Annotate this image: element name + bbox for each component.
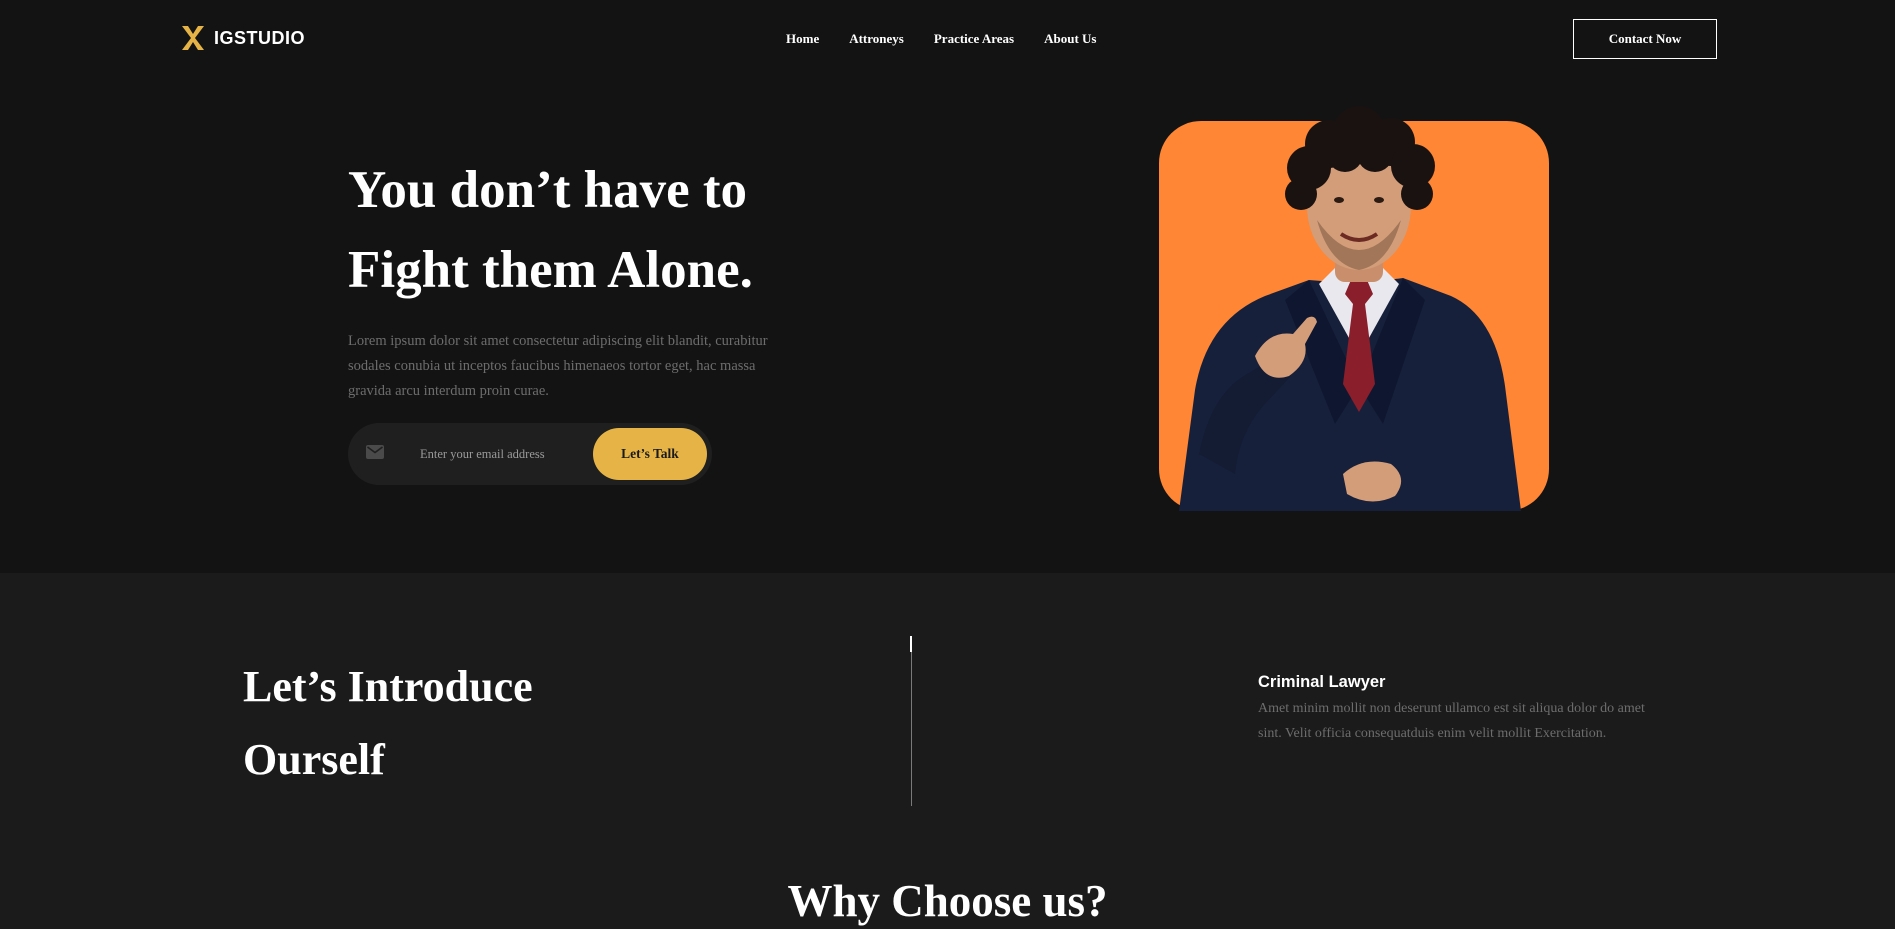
email-signup-form: Let’s Talk: [348, 423, 712, 485]
service-title: Criminal Lawyer: [1258, 673, 1386, 691]
hero-title: You don’t have to Fight them Alone.: [348, 150, 753, 310]
main-nav: Home Attroneys Practice Areas About Us: [786, 30, 1096, 47]
intro-title-line-2: Ourself: [243, 735, 385, 784]
lawyer-photo: [1179, 106, 1521, 511]
intro-title: Let’s Introduce Ourself: [243, 650, 533, 796]
intro-title-line-1: Let’s Introduce: [243, 662, 533, 711]
section-divider: [911, 636, 912, 806]
contact-now-button[interactable]: Contact Now: [1573, 19, 1717, 59]
mail-icon: [366, 445, 384, 459]
nav-item-practice-areas[interactable]: Practice Areas: [934, 30, 1014, 47]
why-choose-us-title: Why Choose us?: [787, 876, 1108, 926]
nav-item-home[interactable]: Home: [786, 30, 819, 47]
hero-title-line-2: Fight them Alone.: [348, 241, 753, 299]
hero-title-line-1: You don’t have to: [348, 161, 748, 219]
lets-talk-button[interactable]: Let’s Talk: [593, 428, 707, 480]
hero-section: [0, 0, 1895, 573]
x-logo-icon: [182, 26, 204, 50]
nav-item-about-us[interactable]: About Us: [1044, 30, 1096, 47]
service-description: Amet minim mollit non deserunt ullamco e…: [1258, 701, 1645, 741]
email-input[interactable]: [420, 441, 570, 467]
brand-logo[interactable]: IGSTUDIO: [180, 24, 305, 52]
brand-name: IGSTUDIO: [214, 27, 306, 48]
nav-item-attorneys[interactable]: Attroneys: [849, 30, 904, 47]
divider-highlight: [910, 636, 912, 652]
hero-subtitle: Lorem ipsum dolor sit amet consectetur a…: [348, 333, 768, 399]
